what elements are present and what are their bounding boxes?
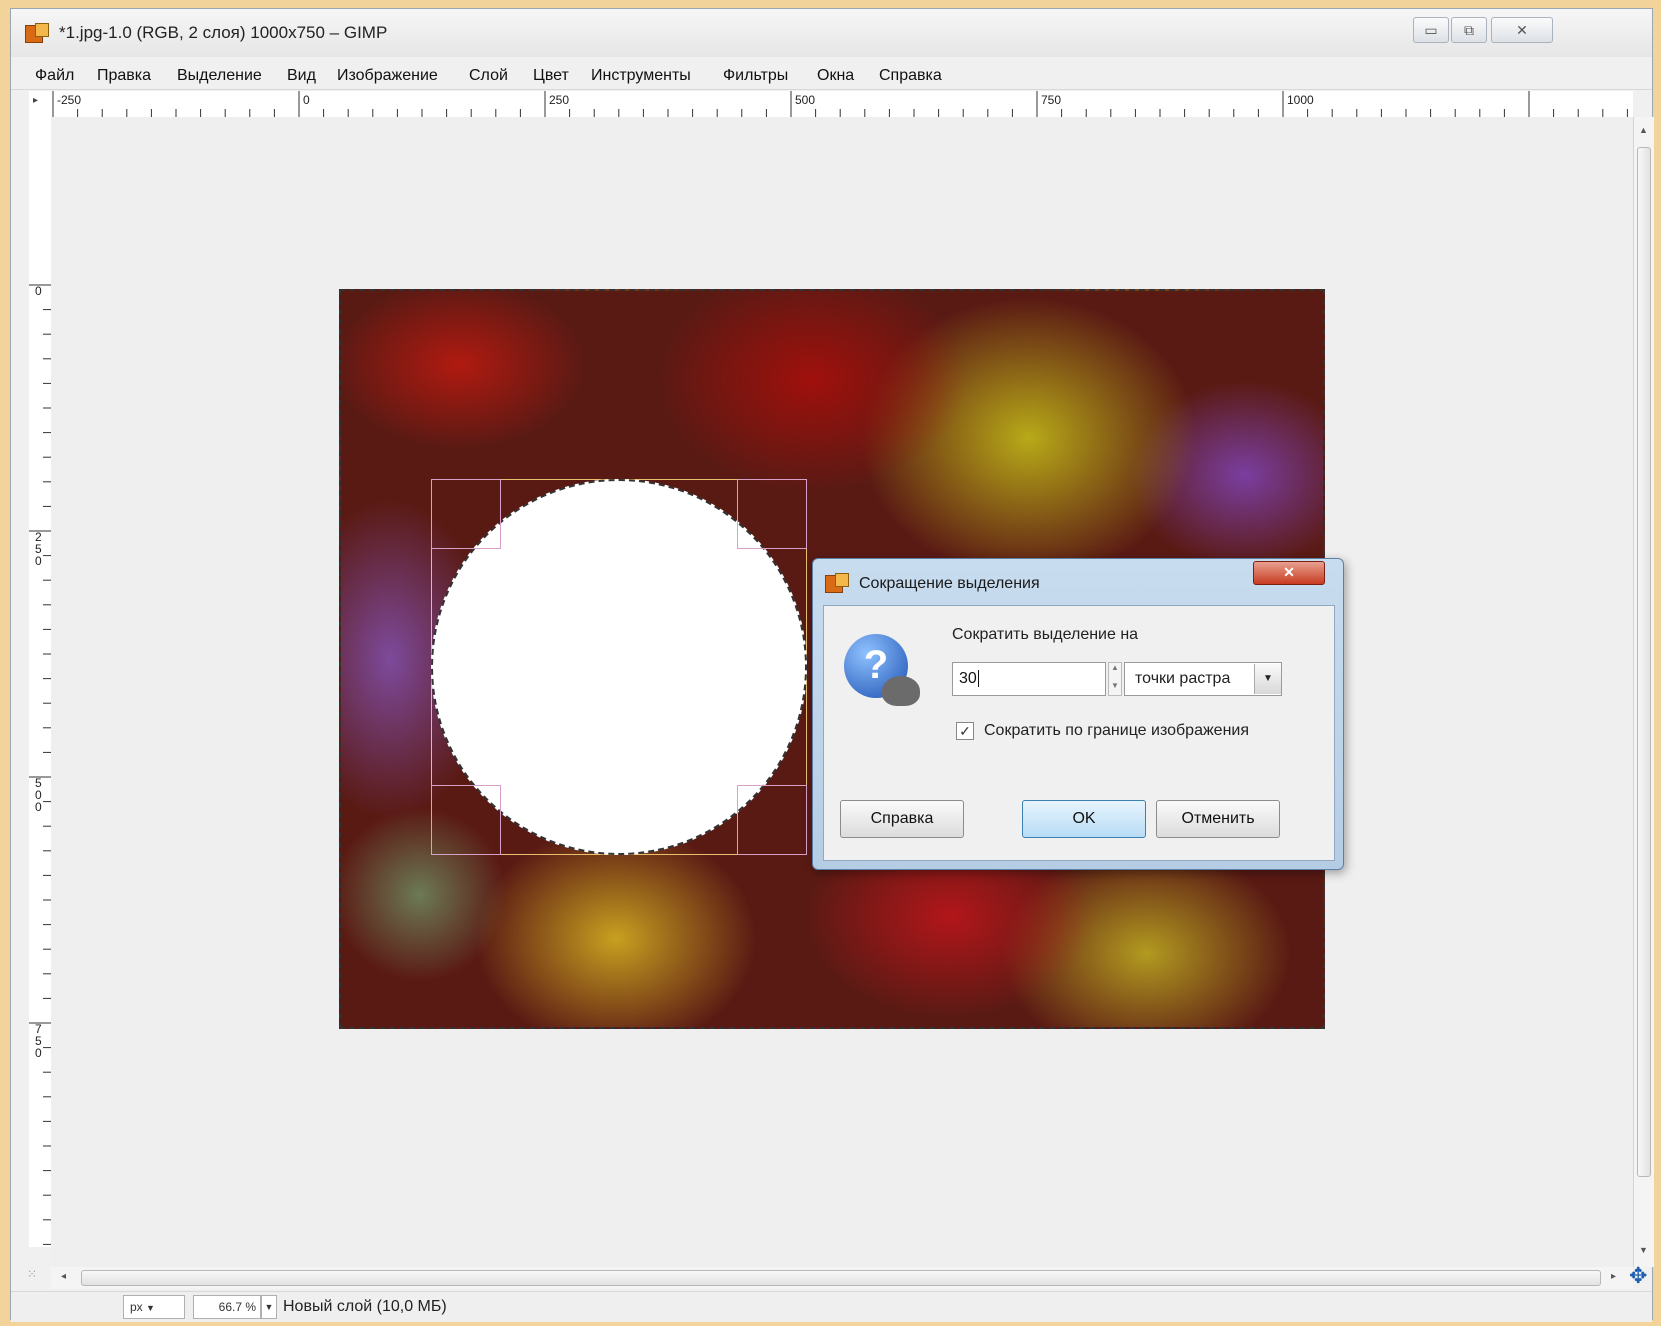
vertical-scrollbar[interactable]: ▲ ▼ xyxy=(1633,117,1654,1267)
help-button-label: Справка xyxy=(870,810,934,827)
cancel-button-label: Отменить xyxy=(1181,810,1255,827)
shrink-from-edge-label: Сократить по границе изображения xyxy=(984,722,1250,739)
menu-bar: Файл Правка Выделение Вид Изображение Сл… xyxy=(11,61,1652,90)
cancel-button[interactable]: Отменить xyxy=(1156,800,1280,838)
unit-value: px xyxy=(130,1300,143,1314)
horizontal-ruler[interactable]: -250 0 250 500 750 1000 xyxy=(51,91,1633,118)
selection-handle-top-right[interactable] xyxy=(737,479,807,549)
status-bar: px ▼ 66.7 % ▼ Новый слой (10,0 МБ) xyxy=(11,1291,1652,1322)
chevron-down-icon: ▼ xyxy=(146,1303,155,1313)
minimize-icon: ▭ xyxy=(1424,22,1438,38)
horizontal-ruler-ticks xyxy=(52,91,1628,117)
ruler-label: -250 xyxy=(57,93,82,107)
gimp-app-icon xyxy=(25,23,49,43)
menu-help[interactable]: Справка xyxy=(879,67,942,85)
dialog-title: Сокращение выделения xyxy=(859,575,1040,592)
zoom-input[interactable]: 66.7 % xyxy=(193,1295,261,1319)
menu-tools[interactable]: Инструменты xyxy=(591,67,691,85)
quick-mask-icon[interactable]: ⁙ xyxy=(27,1267,37,1281)
menu-view[interactable]: Вид xyxy=(287,67,316,85)
restore-button[interactable]: ⧉ xyxy=(1451,17,1487,43)
dialog-body: ? Сократить выделение на 30 ▲ ▼ точки ра… xyxy=(823,605,1335,861)
ok-button[interactable]: OK xyxy=(1022,800,1146,838)
shrink-prompt-label: Сократить выделение на xyxy=(952,626,1139,643)
zoom-dropdown-button[interactable]: ▼ xyxy=(261,1295,277,1319)
scroll-down-icon[interactable]: ▼ xyxy=(1639,1245,1648,1255)
vertical-scroll-thumb[interactable] xyxy=(1637,147,1651,1177)
ruler-corner-button[interactable]: ▸ xyxy=(29,91,51,118)
menu-edit[interactable]: Правка xyxy=(97,67,151,85)
help-button[interactable]: Справка xyxy=(840,800,964,838)
amount-spinner[interactable]: ▲ ▼ xyxy=(1108,662,1122,696)
nav-arrow-icon: ▸ xyxy=(33,95,39,106)
ruler-label: 500 xyxy=(795,93,816,107)
ruler-label: 0 xyxy=(35,284,42,298)
menu-file[interactable]: Файл xyxy=(35,67,74,85)
selection-handle-top-left[interactable] xyxy=(431,479,501,549)
unit-select[interactable]: px ▼ xyxy=(123,1295,185,1319)
navigate-icon[interactable]: ✥ xyxy=(1629,1263,1647,1289)
ruler-label: 500 xyxy=(35,776,42,814)
gimp-app-icon xyxy=(825,573,849,593)
dialog-close-button[interactable]: ✕ xyxy=(1253,561,1325,585)
ruler-label: 250 xyxy=(35,530,42,568)
wilber-mascot-icon xyxy=(882,676,920,706)
spin-down-icon[interactable]: ▼ xyxy=(1111,681,1119,690)
restore-icon: ⧉ xyxy=(1464,22,1474,38)
zoom-value: 66.7 % xyxy=(218,1300,256,1314)
shrink-amount-value: 30 xyxy=(959,670,977,687)
close-window-button[interactable]: ✕ xyxy=(1491,17,1553,43)
ruler-label: 1000 xyxy=(1287,93,1314,107)
layer-info: Новый слой (10,0 МБ) xyxy=(283,1298,447,1315)
spin-up-icon[interactable]: ▲ xyxy=(1111,663,1119,672)
close-icon: ✕ xyxy=(1283,564,1295,580)
ruler-label: 750 xyxy=(35,1022,42,1060)
title-bar: *1.jpg-1.0 (RGB, 2 слоя) 1000x750 – GIMP… xyxy=(11,9,1652,57)
menu-colors[interactable]: Цвет xyxy=(533,67,569,85)
shrink-from-edge-checkbox[interactable]: ✓ xyxy=(956,722,974,740)
shrink-amount-input[interactable]: 30 xyxy=(952,662,1106,696)
scroll-up-icon[interactable]: ▲ xyxy=(1639,125,1648,135)
menu-layer[interactable]: Слой xyxy=(469,67,508,85)
menu-windows[interactable]: Окна xyxy=(817,67,854,85)
vertical-ruler[interactable]: 0 250 500 750 xyxy=(29,117,52,1247)
horizontal-scroll-thumb[interactable] xyxy=(81,1270,1601,1286)
ruler-label: 750 xyxy=(1041,93,1062,107)
chevron-down-icon[interactable]: ▼ xyxy=(1254,664,1281,694)
ruler-label: 0 xyxy=(303,93,310,107)
ok-button-label: OK xyxy=(1072,810,1096,827)
checkmark-icon: ✓ xyxy=(959,723,971,739)
horizontal-scrollbar[interactable]: ◂ ▸ xyxy=(51,1267,1633,1289)
ruler-label: 250 xyxy=(549,93,570,107)
unit-dropdown-value: точки растра xyxy=(1135,670,1231,687)
scroll-right-icon[interactable]: ▸ xyxy=(1611,1271,1616,1282)
shrink-selection-dialog: Сокращение выделения ✕ ? Сократить выдел… xyxy=(812,558,1344,870)
minimize-button[interactable]: ▭ xyxy=(1413,17,1449,43)
selection-handle-bottom-right[interactable] xyxy=(737,785,807,855)
window-title: *1.jpg-1.0 (RGB, 2 слоя) 1000x750 – GIMP xyxy=(59,23,388,42)
selection-handle-bottom-left[interactable] xyxy=(431,785,501,855)
chevron-down-icon: ▼ xyxy=(264,1302,274,1312)
menu-image[interactable]: Изображение xyxy=(337,67,438,85)
close-icon: ✕ xyxy=(1516,22,1528,38)
scroll-left-icon[interactable]: ◂ xyxy=(61,1271,66,1282)
menu-select[interactable]: Выделение xyxy=(177,67,262,85)
menu-filters[interactable]: Фильтры xyxy=(723,67,788,85)
